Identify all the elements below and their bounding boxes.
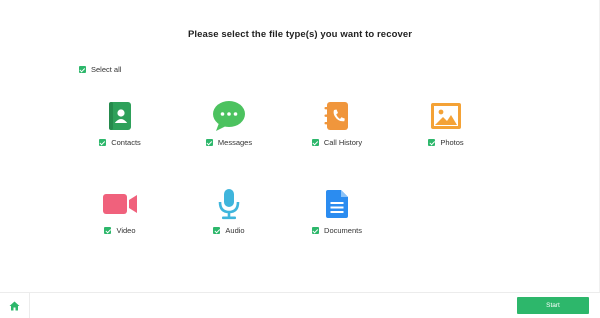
file-type-video[interactable]: Video [70, 186, 170, 235]
audio-checkbox[interactable] [213, 227, 221, 234]
audio-label: Audio [225, 226, 245, 235]
footer-bar: Start [0, 292, 600, 318]
video-icon [102, 186, 138, 222]
select-all-check-icon [79, 66, 86, 73]
file-type-documents[interactable]: Documents [287, 186, 387, 235]
call-history-label: Call History [323, 138, 363, 147]
file-type-audio[interactable]: Audio [179, 186, 279, 235]
video-checkbox[interactable] [104, 227, 112, 234]
home-icon [9, 301, 20, 310]
video-label: Video [116, 226, 136, 235]
contacts-label: Contacts [111, 138, 141, 147]
contacts-icon [102, 98, 138, 134]
file-type-call-history[interactable]: Call History [287, 98, 387, 147]
documents-checkbox[interactable] [312, 227, 320, 234]
messages-checkbox[interactable] [205, 139, 213, 146]
photos-icon [428, 98, 464, 134]
home-button[interactable] [0, 293, 30, 318]
select-all-checkbox[interactable]: Select all [79, 65, 121, 74]
messages-icon [211, 98, 247, 134]
call-history-icon [319, 98, 355, 134]
photos-checkbox[interactable] [428, 139, 436, 146]
page-title: Please select the file type(s) you want … [187, 29, 413, 40]
select-all-label: Select all [91, 65, 122, 74]
documents-icon [319, 186, 355, 222]
call-history-checkbox[interactable] [311, 139, 319, 146]
photos-label: Photos [440, 138, 464, 147]
file-type-messages[interactable]: Messages [179, 98, 279, 147]
start-button[interactable]: Start [517, 297, 589, 314]
audio-icon [211, 186, 247, 222]
messages-label: Messages [217, 138, 253, 147]
file-type-photos[interactable]: Photos [396, 98, 496, 147]
file-type-contacts[interactable]: Contacts [70, 98, 170, 147]
contacts-checkbox[interactable] [99, 139, 107, 146]
documents-label: Documents [324, 226, 362, 235]
